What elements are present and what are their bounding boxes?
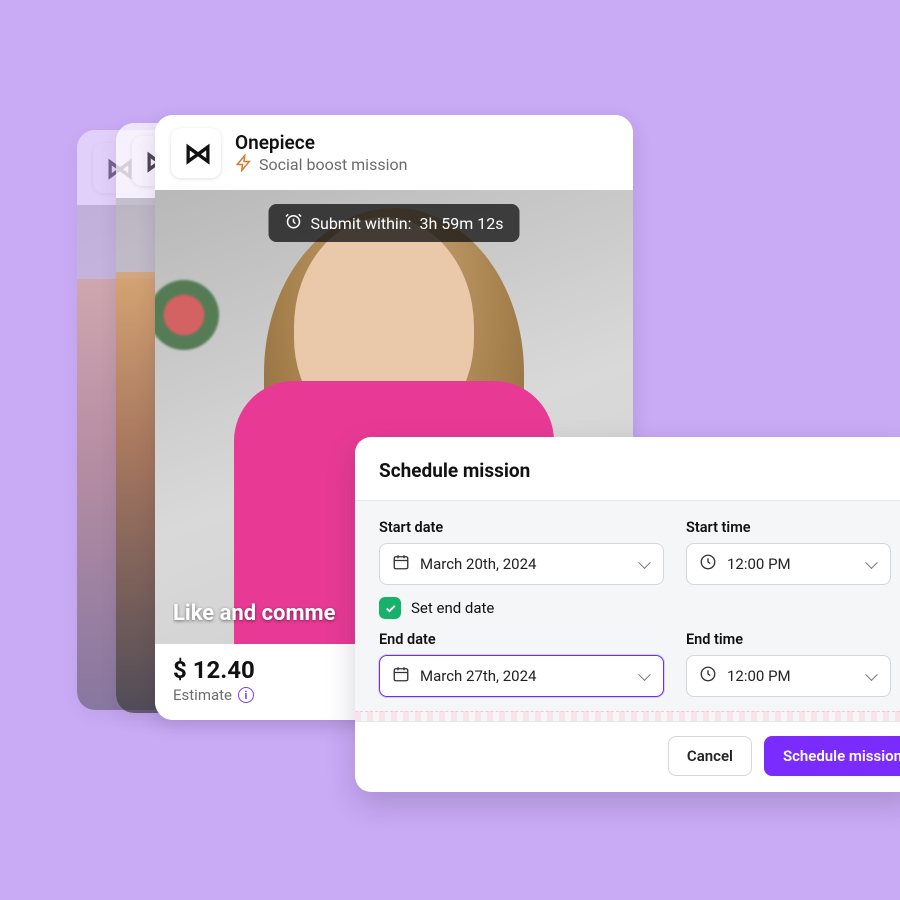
clock-icon	[699, 665, 717, 687]
schedule-mission-modal: Schedule mission Start date March 20th, …	[355, 437, 900, 792]
bolt-icon	[235, 154, 253, 176]
clock-icon	[699, 553, 717, 575]
start-date-label: Start date	[379, 519, 664, 536]
estimate-label: Estimate	[173, 686, 232, 704]
end-date-input[interactable]: March 27th, 2024	[379, 655, 664, 697]
schedule-mission-button[interactable]: Schedule mission	[764, 736, 900, 776]
modal-scroll-hint	[355, 711, 900, 721]
set-end-date-label: Set end date	[411, 599, 494, 617]
start-date-value: March 20th, 2024	[420, 555, 536, 573]
set-end-date-checkbox[interactable]	[379, 597, 401, 619]
countdown-value: 3h 59m 12s	[420, 214, 504, 233]
end-time-value: 12:00 PM	[727, 667, 791, 685]
brand-name: Onepiece	[235, 131, 407, 154]
start-time-value: 12:00 PM	[727, 555, 791, 573]
start-time-label: Start time	[686, 519, 891, 536]
alarm-clock-icon	[285, 212, 303, 234]
end-time-label: End time	[686, 631, 891, 648]
mission-type: Social boost mission	[259, 155, 407, 174]
start-date-input[interactable]: March 20th, 2024	[379, 543, 664, 585]
countdown-badge: Submit within: 3h 59m 12s	[269, 204, 520, 242]
end-date-label: End date	[379, 631, 664, 648]
calendar-icon	[392, 553, 410, 575]
modal-title: Schedule mission	[355, 437, 900, 500]
calendar-icon	[392, 665, 410, 687]
brand-logo: ⋈	[171, 128, 221, 178]
end-date-value: March 27th, 2024	[420, 667, 536, 685]
start-time-input[interactable]: 12:00 PM	[686, 543, 891, 585]
countdown-label: Submit within:	[311, 214, 412, 233]
info-icon[interactable]: i	[238, 687, 254, 703]
cancel-button[interactable]: Cancel	[668, 736, 752, 776]
mission-card-header: ⋈ Onepiece Social boost mission	[155, 115, 633, 190]
end-time-input[interactable]: 12:00 PM	[686, 655, 891, 697]
brand-logo-glyph: ⋈	[184, 137, 208, 170]
